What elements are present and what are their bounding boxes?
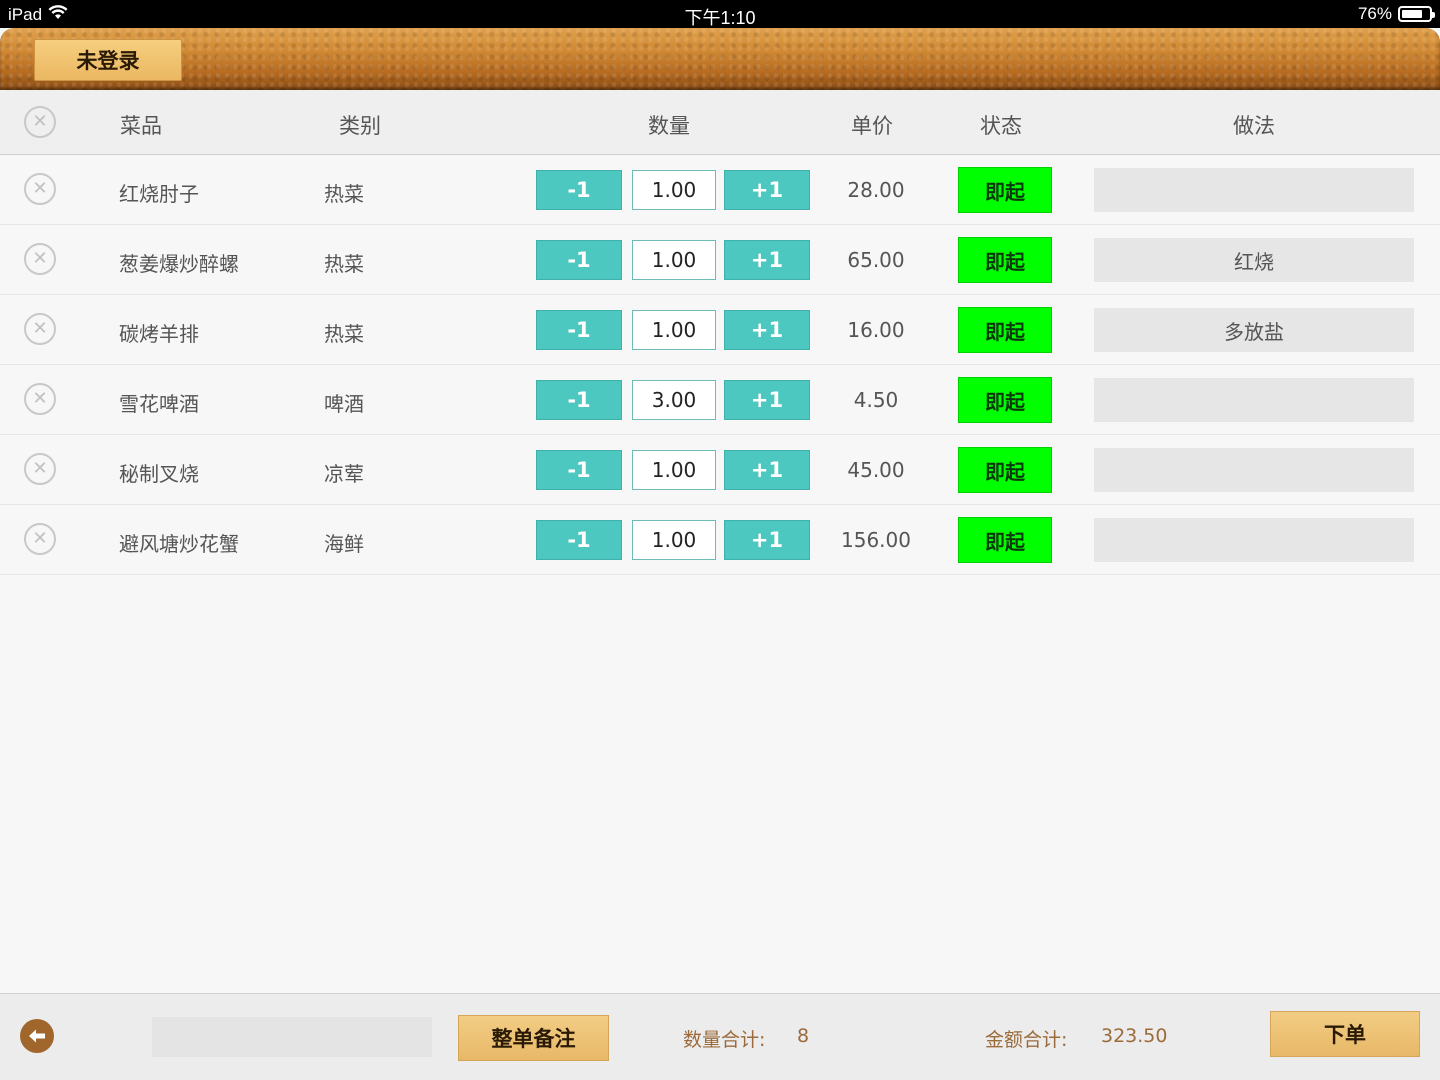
status-button[interactable]: 即起: [958, 237, 1052, 283]
increment-button[interactable]: +1: [724, 520, 810, 560]
battery-icon: [1398, 6, 1435, 22]
dish-name: 碳烤羊排: [119, 322, 199, 346]
table-row: ✕ 碳烤羊排 热菜 -1 1.00 +1 16.00 即起 多放盐: [0, 295, 1440, 365]
quantity-total-value: 8: [797, 1025, 810, 1047]
dish-category: 热菜: [324, 182, 364, 206]
method-field[interactable]: [1094, 518, 1414, 562]
status-button[interactable]: 即起: [958, 167, 1052, 213]
column-header-dish: 菜品: [120, 114, 162, 138]
unit-price: 156.00: [841, 528, 911, 552]
remove-item-icon[interactable]: ✕: [24, 313, 56, 345]
increment-button[interactable]: +1: [724, 240, 810, 280]
table-row: ✕ 秘制叉烧 凉荤 -1 1.00 +1 45.00 即起: [0, 435, 1440, 505]
column-header-quantity: 数量: [648, 114, 690, 138]
method-field[interactable]: [1094, 448, 1414, 492]
method-field[interactable]: 红烧: [1094, 238, 1414, 282]
remove-item-icon[interactable]: ✕: [24, 453, 56, 485]
increment-button[interactable]: +1: [724, 310, 810, 350]
method-field[interactable]: 多放盐: [1094, 308, 1414, 352]
status-button[interactable]: 即起: [958, 517, 1052, 563]
order-remark-button[interactable]: 整单备注: [458, 1015, 609, 1061]
column-header-price: 单价: [851, 114, 893, 138]
quantity-field[interactable]: 1.00: [632, 310, 716, 350]
dish-name: 葱姜爆炒醉螺: [119, 252, 239, 276]
unit-price: 65.00: [847, 248, 905, 272]
column-header-category: 类别: [339, 114, 381, 138]
clear-all-icon[interactable]: ✕: [24, 106, 56, 138]
method-field[interactable]: [1094, 168, 1414, 212]
dish-name: 秘制叉烧: [119, 462, 199, 486]
unit-price: 28.00: [847, 178, 905, 202]
dish-name: 避风塘炒花蟹: [119, 532, 239, 556]
order-note-input[interactable]: [152, 1017, 432, 1057]
increment-button[interactable]: +1: [724, 170, 810, 210]
dish-category: 凉荤: [324, 462, 364, 486]
status-button[interactable]: 即起: [958, 447, 1052, 493]
column-header-status: 状态: [980, 114, 1022, 138]
amount-total-label: 金额合计:: [985, 1029, 1068, 1051]
dish-category: 热菜: [324, 322, 364, 346]
place-order-button[interactable]: 下单: [1270, 1011, 1420, 1057]
decrement-button[interactable]: -1: [536, 170, 622, 210]
battery-percent: 76%: [1357, 4, 1392, 23]
decrement-button[interactable]: -1: [536, 310, 622, 350]
quantity-field[interactable]: 1.00: [632, 170, 716, 210]
remove-item-icon[interactable]: ✕: [24, 173, 56, 205]
dish-name: 红烧肘子: [119, 182, 199, 206]
table-row: ✕ 红烧肘子 热菜 -1 1.00 +1 28.00 即起: [0, 155, 1440, 225]
remove-item-icon[interactable]: ✕: [24, 243, 56, 275]
quantity-field[interactable]: 1.00: [632, 450, 716, 490]
unit-price: 45.00: [847, 458, 905, 482]
table-row: ✕ 雪花啤酒 啤酒 -1 3.00 +1 4.50 即起: [0, 365, 1440, 435]
login-button[interactable]: 未登录: [34, 39, 182, 81]
clock: 下午1:10: [684, 8, 756, 28]
method-field[interactable]: [1094, 378, 1414, 422]
quantity-field[interactable]: 1.00: [632, 520, 716, 560]
increment-button[interactable]: +1: [724, 380, 810, 420]
order-list: ✕ 红烧肘子 热菜 -1 1.00 +1 28.00 即起 ✕ 葱姜爆炒醉螺 热…: [0, 155, 1440, 575]
status-button[interactable]: 即起: [958, 307, 1052, 353]
unit-price: 4.50: [853, 388, 899, 412]
dish-name: 雪花啤酒: [119, 392, 199, 416]
dish-category: 啤酒: [324, 392, 364, 416]
column-header-method: 做法: [1233, 114, 1275, 138]
top-bar: 未登录: [0, 28, 1440, 90]
amount-total-value: 323.50: [1101, 1025, 1168, 1047]
remove-item-icon[interactable]: ✕: [24, 523, 56, 555]
table-header: ✕ 菜品 类别 数量 单价 状态 做法: [0, 90, 1440, 155]
dish-category: 海鲜: [324, 532, 364, 556]
remove-item-icon[interactable]: ✕: [24, 383, 56, 415]
increment-button[interactable]: +1: [724, 450, 810, 490]
decrement-button[interactable]: -1: [536, 380, 622, 420]
status-bar: iPad 下午1:10 76%: [0, 0, 1440, 28]
footer-bar: 整单备注 数量合计: 8 金额合计: 323.50 下单: [0, 993, 1440, 1080]
decrement-button[interactable]: -1: [536, 520, 622, 560]
table-row: ✕ 葱姜爆炒醉螺 热菜 -1 1.00 +1 65.00 即起 红烧: [0, 225, 1440, 295]
quantity-total-label: 数量合计:: [683, 1029, 766, 1051]
dish-category: 热菜: [324, 252, 364, 276]
status-button[interactable]: 即起: [958, 377, 1052, 423]
decrement-button[interactable]: -1: [536, 450, 622, 490]
decrement-button[interactable]: -1: [536, 240, 622, 280]
quantity-field[interactable]: 1.00: [632, 240, 716, 280]
unit-price: 16.00: [847, 318, 905, 342]
quantity-field[interactable]: 3.00: [632, 380, 716, 420]
table-row: ✕ 避风塘炒花蟹 海鲜 -1 1.00 +1 156.00 即起: [0, 505, 1440, 575]
back-arrow-icon[interactable]: [20, 1019, 54, 1053]
